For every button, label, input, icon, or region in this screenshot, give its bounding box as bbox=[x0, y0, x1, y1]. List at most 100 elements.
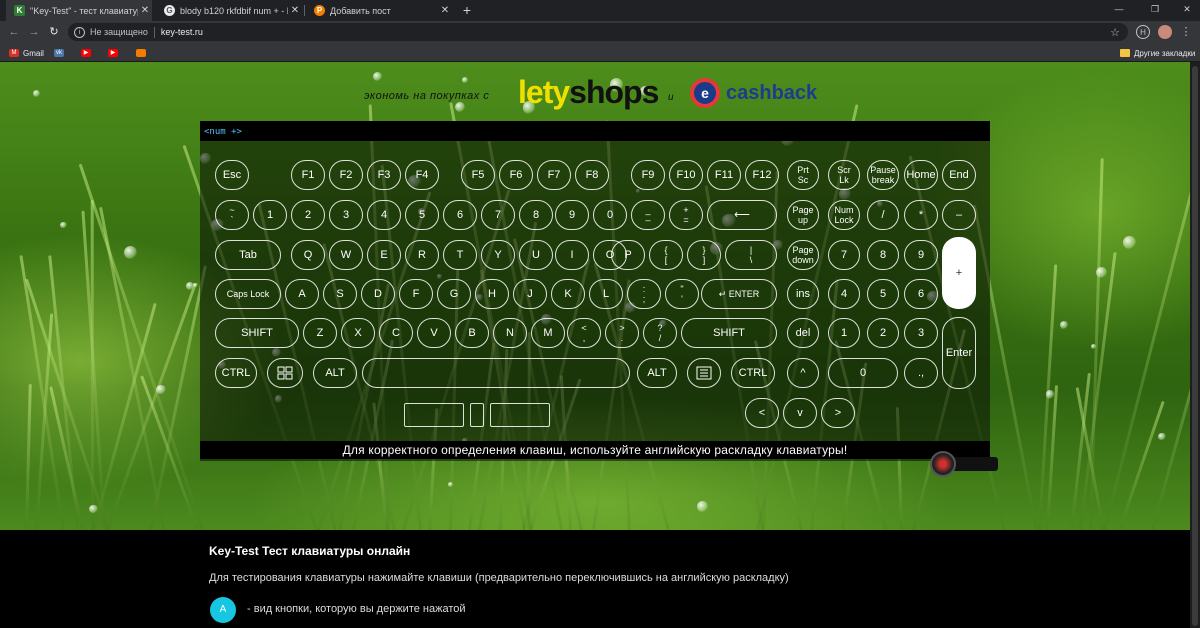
key-down[interactable]: v bbox=[783, 398, 817, 428]
tab-search[interactable]: G blody b120 rkfdbif num + - Пои ✕ bbox=[156, 0, 302, 21]
key-f10[interactable]: F10 bbox=[669, 160, 703, 190]
key-period[interactable]: > . bbox=[605, 318, 639, 348]
key-f[interactable]: F bbox=[399, 279, 433, 309]
key-u[interactable]: U bbox=[519, 240, 553, 270]
key-m[interactable]: M bbox=[531, 318, 565, 348]
key-w[interactable]: W bbox=[329, 240, 363, 270]
key-n6[interactable]: 6 bbox=[904, 279, 938, 309]
key-p[interactable]: P bbox=[611, 240, 645, 270]
menu-kebab-icon[interactable]: ⋮ bbox=[1178, 24, 1194, 40]
key-numlock[interactable]: Num Lock bbox=[828, 200, 860, 230]
key-f5[interactable]: F5 bbox=[461, 160, 495, 190]
key-l[interactable]: L bbox=[589, 279, 623, 309]
forward-icon[interactable]: → bbox=[26, 24, 42, 40]
key-f12[interactable]: F12 bbox=[745, 160, 779, 190]
key-f9[interactable]: F9 bbox=[631, 160, 665, 190]
close-icon[interactable]: ✕ bbox=[288, 5, 302, 16]
key-d6[interactable]: 6 bbox=[443, 200, 477, 230]
key-f11[interactable]: F11 bbox=[707, 160, 741, 190]
key-up[interactable]: ^ bbox=[787, 358, 819, 388]
key-n1[interactable]: 1 bbox=[828, 318, 860, 348]
key-win[interactable] bbox=[267, 358, 303, 388]
bookmark-star-icon[interactable]: ☆ bbox=[1110, 26, 1120, 39]
key-d8[interactable]: 8 bbox=[519, 200, 553, 230]
key-menu[interactable] bbox=[687, 358, 721, 388]
key-rshift[interactable]: SHIFT bbox=[681, 318, 777, 348]
key-pause[interactable]: Pause break bbox=[867, 160, 899, 190]
key-end[interactable]: End bbox=[942, 160, 976, 190]
key-nenter[interactable]: Enter bbox=[942, 317, 976, 389]
key-nsub[interactable]: – bbox=[942, 200, 976, 230]
key-enter[interactable]: ↵ ENTER bbox=[701, 279, 777, 309]
key-x[interactable]: X bbox=[341, 318, 375, 348]
back-icon[interactable]: ← bbox=[6, 24, 22, 40]
key-r[interactable]: R bbox=[405, 240, 439, 270]
key-n[interactable]: N bbox=[493, 318, 527, 348]
close-icon[interactable]: ✕ bbox=[438, 5, 452, 16]
key-ralt[interactable]: ALT bbox=[637, 358, 677, 388]
key-d2[interactable]: 2 bbox=[291, 200, 325, 230]
key-n8[interactable]: 8 bbox=[867, 240, 899, 270]
key-comma[interactable]: < , bbox=[567, 318, 601, 348]
key-n0[interactable]: 0 bbox=[828, 358, 898, 388]
reload-icon[interactable]: ↻ bbox=[46, 24, 62, 40]
key-nmul[interactable]: * bbox=[904, 200, 938, 230]
key-d3[interactable]: 3 bbox=[329, 200, 363, 230]
new-tab-button[interactable]: + bbox=[458, 1, 476, 19]
key-j[interactable]: J bbox=[513, 279, 547, 309]
key-bslash[interactable]: | \ bbox=[725, 240, 777, 270]
key-tilde[interactable]: ~ ` bbox=[215, 200, 249, 230]
key-ins[interactable]: ins bbox=[787, 279, 819, 309]
key-d5[interactable]: 5 bbox=[405, 200, 439, 230]
key-d9[interactable]: 9 bbox=[555, 200, 589, 230]
key-pgdn[interactable]: Page down bbox=[787, 240, 819, 270]
key-caps[interactable]: Caps Lock bbox=[215, 279, 281, 309]
bookmark-gmail[interactable]: M Gmail bbox=[9, 47, 44, 59]
key-k[interactable]: K bbox=[551, 279, 585, 309]
key-s[interactable]: S bbox=[323, 279, 357, 309]
address-bar[interactable]: i Не защищено key-test.ru ☆ bbox=[68, 23, 1128, 41]
key-h[interactable]: H bbox=[475, 279, 509, 309]
key-f2[interactable]: F2 bbox=[329, 160, 363, 190]
key-ndiv[interactable]: / bbox=[867, 200, 899, 230]
key-lalt[interactable]: ALT bbox=[313, 358, 357, 388]
key-lshift[interactable]: SHIFT bbox=[215, 318, 299, 348]
key-f7[interactable]: F7 bbox=[537, 160, 571, 190]
ad-banner[interactable]: экономь на покупках с letyshops и е cash… bbox=[360, 70, 830, 116]
key-slash[interactable]: ? / bbox=[643, 318, 677, 348]
key-equal[interactable]: + = bbox=[669, 200, 703, 230]
bookmark-vk[interactable]: vk bbox=[54, 47, 68, 59]
scrollbar-thumb[interactable] bbox=[1192, 66, 1198, 626]
key-rctrl[interactable]: CTRL bbox=[731, 358, 775, 388]
key-scrlk[interactable]: Scr Lk bbox=[828, 160, 860, 190]
key-esc[interactable]: Esc bbox=[215, 160, 249, 190]
other-bookmarks[interactable]: Другие закладки bbox=[1120, 47, 1195, 59]
key-prtsc[interactable]: Prt Sc bbox=[787, 160, 819, 190]
key-space[interactable] bbox=[362, 358, 630, 388]
key-v[interactable]: V bbox=[417, 318, 451, 348]
key-g[interactable]: G bbox=[437, 279, 471, 309]
key-lbr[interactable]: { [ bbox=[649, 240, 683, 270]
key-n3[interactable]: 3 bbox=[904, 318, 938, 348]
avatar[interactable] bbox=[1158, 25, 1172, 39]
bookmark-orange[interactable] bbox=[136, 47, 150, 59]
bloody-widget[interactable] bbox=[930, 451, 998, 477]
key-mouse3[interactable] bbox=[490, 403, 550, 427]
bookmark-youtube[interactable]: ▶ bbox=[81, 47, 95, 59]
key-backspace[interactable]: ⟵ bbox=[707, 200, 777, 230]
key-d7[interactable]: 7 bbox=[481, 200, 515, 230]
key-mouse2[interactable] bbox=[470, 403, 484, 427]
key-quote[interactable]: " ' bbox=[665, 279, 699, 309]
key-home[interactable]: Home bbox=[904, 160, 938, 190]
key-n7[interactable]: 7 bbox=[828, 240, 860, 270]
extension-icon[interactable]: H bbox=[1136, 25, 1150, 39]
key-left[interactable]: < bbox=[745, 398, 779, 428]
key-del[interactable]: del bbox=[787, 318, 819, 348]
key-n2[interactable]: 2 bbox=[867, 318, 899, 348]
key-tab[interactable]: Tab bbox=[215, 240, 281, 270]
key-e[interactable]: E bbox=[367, 240, 401, 270]
key-i[interactable]: I bbox=[555, 240, 589, 270]
tab-add-post[interactable]: P Добавить пост ✕ bbox=[306, 0, 452, 21]
key-minus[interactable]: _ – bbox=[631, 200, 665, 230]
key-ndot[interactable]: ., bbox=[904, 358, 938, 388]
